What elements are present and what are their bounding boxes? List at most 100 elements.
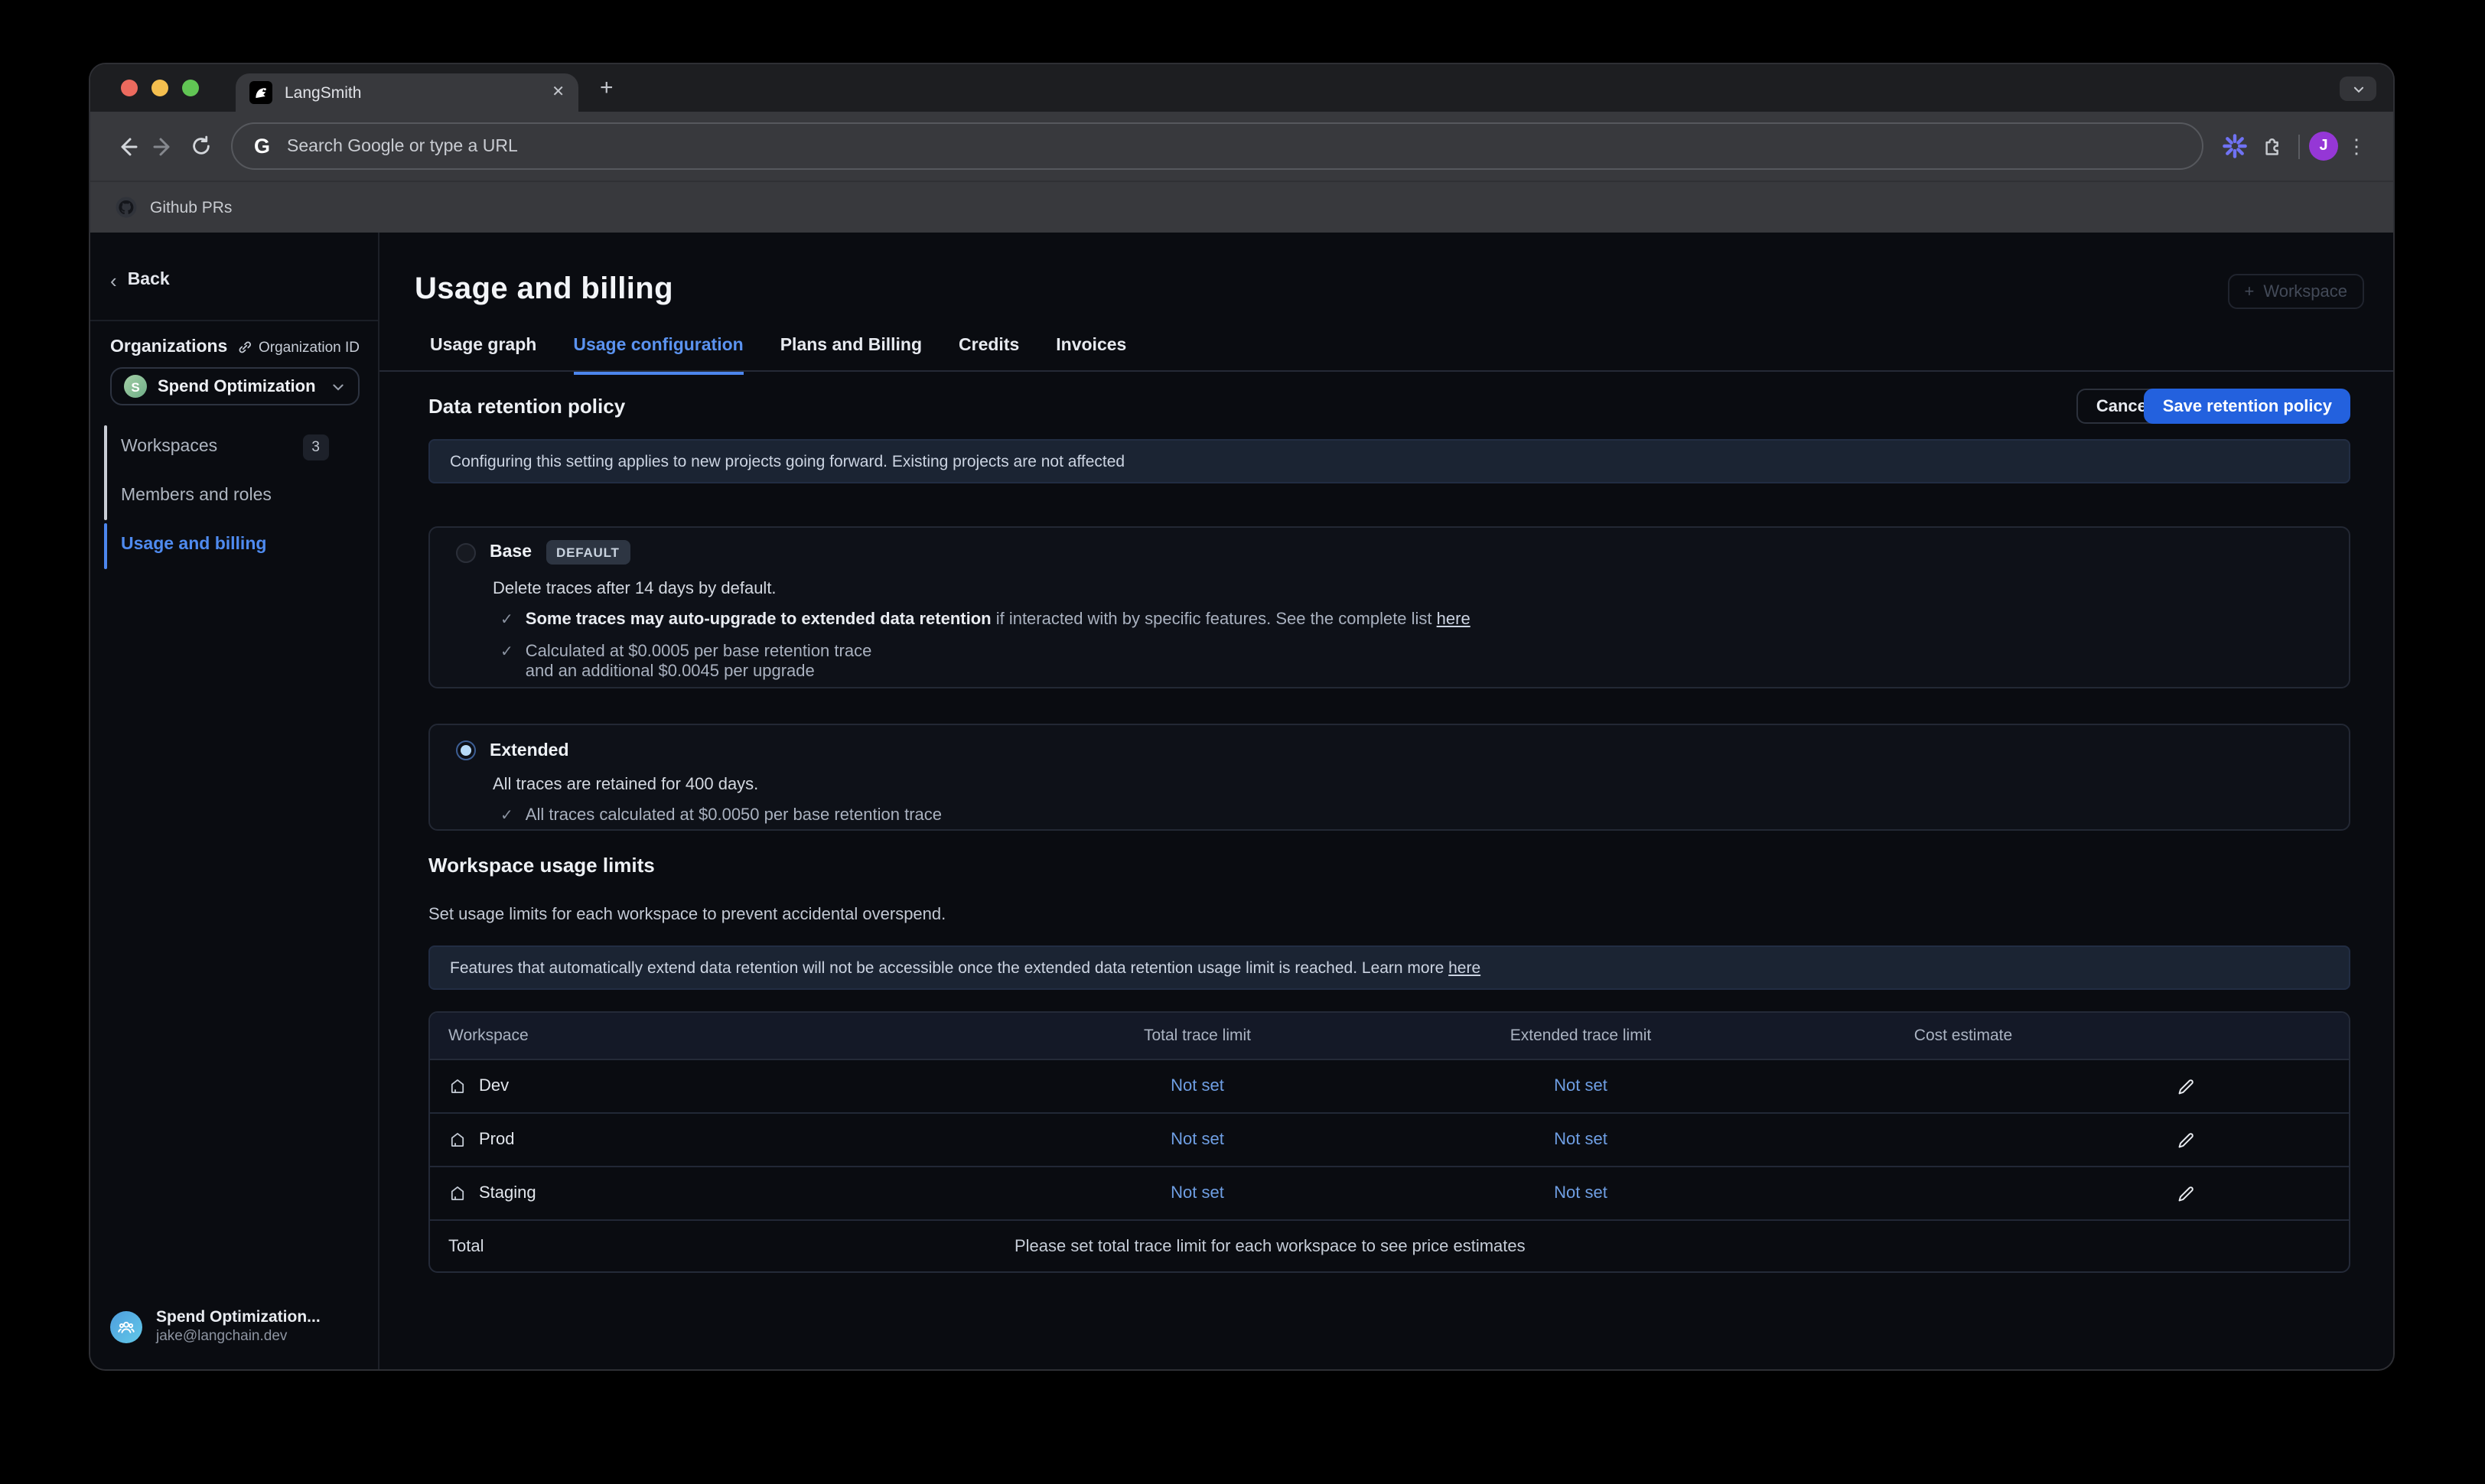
bookmark-github-prs[interactable]: Github PRs <box>150 198 232 216</box>
tab-search-button[interactable] <box>2340 76 2376 101</box>
organization-selector[interactable]: S Spend Optimization Tu... <box>110 367 360 405</box>
extensions-puzzle-icon[interactable] <box>2252 128 2289 164</box>
user-account[interactable]: Spend Optimization... jake@langchain.dev <box>110 1308 321 1346</box>
retention-option-base[interactable]: Base DEFAULT Delete traces after 14 days… <box>428 526 2350 688</box>
user-org-name: Spend Optimization... <box>156 1308 321 1328</box>
table-row-dev: Dev Not set Not set <box>430 1060 2349 1114</box>
check-icon: ✓ <box>500 643 513 682</box>
tab-usage-configuration[interactable]: Usage configuration <box>573 337 743 375</box>
table-row-prod: Prod Not set Not set <box>430 1114 2349 1167</box>
sidebar: ‹ Back Organizations Organization ID S S… <box>90 233 379 1369</box>
extended-radio[interactable] <box>456 740 476 760</box>
app-content: ‹ Back Organizations Organization ID S S… <box>90 233 2393 1369</box>
limits-info-banner: Features that automatically extend data … <box>428 945 2350 990</box>
back-label: Back <box>128 271 170 289</box>
sidebar-item-members-and-roles[interactable]: Members and roles <box>90 471 378 520</box>
minimize-window-button[interactable] <box>151 80 168 96</box>
edit-staging-icon[interactable] <box>2176 1183 2196 1203</box>
tabs-divider <box>379 370 2393 372</box>
prod-extended-limit-link[interactable]: Not set <box>1389 1131 1772 1149</box>
save-retention-policy-button[interactable]: Save retention policy <box>2145 389 2350 424</box>
retention-heading: Data retention policy <box>428 395 625 418</box>
org-people-icon <box>110 1311 142 1343</box>
github-icon <box>115 196 138 219</box>
tab-usage-graph[interactable]: Usage graph <box>430 337 536 375</box>
learn-more-link[interactable]: here <box>1448 958 1480 977</box>
close-tab-icon[interactable]: ✕ <box>552 85 565 100</box>
edit-prod-icon[interactable] <box>2176 1130 2196 1150</box>
link-icon <box>237 340 252 355</box>
sidebar-divider <box>90 320 378 321</box>
close-window-button[interactable] <box>121 80 138 96</box>
default-badge: DEFAULT <box>546 540 630 565</box>
maximize-window-button[interactable] <box>182 80 199 96</box>
profile-avatar[interactable]: J <box>2309 132 2338 161</box>
complete-list-link[interactable]: here <box>1437 610 1470 629</box>
base-bullet-upgrade: ✓ Some traces may auto-upgrade to extend… <box>500 610 2349 630</box>
organizations-label: Organizations <box>110 338 227 356</box>
extended-description: All traces are retained for 400 days. <box>493 776 2349 794</box>
table-header: Workspace Total trace limit Extended tra… <box>430 1013 2349 1060</box>
tab-title: LangSmith <box>285 83 539 102</box>
google-icon: G <box>254 135 270 158</box>
retention-option-extended[interactable]: Extended All traces are retained for 400… <box>428 724 2350 831</box>
sidebar-item-workspaces[interactable]: Workspaces 3 <box>90 422 378 471</box>
organization-id-link[interactable]: Organization ID <box>237 339 360 356</box>
plus-icon: + <box>2244 282 2254 301</box>
tab-credits[interactable]: Credits <box>959 337 1019 375</box>
browser-window: LangSmith ✕ + G Search Google or type a … <box>90 64 2393 1369</box>
nav-rail-active <box>104 523 107 569</box>
billing-tabs: Usage graph Usage configuration Plans an… <box>430 337 1126 375</box>
browser-tab[interactable]: LangSmith ✕ <box>236 73 578 112</box>
workspace-icon <box>448 1077 467 1095</box>
screen: LangSmith ✕ + G Search Google or type a … <box>0 0 2485 1484</box>
dev-extended-limit-link[interactable]: Not set <box>1389 1077 1772 1095</box>
staging-total-limit-link[interactable]: Not set <box>1005 1184 1389 1202</box>
chevron-down-icon <box>331 379 346 394</box>
staging-extended-limit-link[interactable]: Not set <box>1389 1184 1772 1202</box>
forward-icon[interactable] <box>145 128 182 164</box>
org-selector-value: Spend Optimization Tu... <box>158 377 320 395</box>
address-bar[interactable]: G Search Google or type a URL <box>231 122 2203 170</box>
limits-subtext: Set usage limits for each workspace to p… <box>428 906 946 924</box>
new-tab-button[interactable]: + <box>600 76 614 99</box>
address-bar-placeholder: Search Google or type a URL <box>287 137 518 155</box>
workspace-icon <box>448 1184 467 1202</box>
workspace-limits-table: Workspace Total trace limit Extended tra… <box>428 1011 2350 1273</box>
sidebar-item-usage-and-billing[interactable]: Usage and billing <box>90 520 378 569</box>
workspaces-count-badge: 3 <box>302 434 329 460</box>
extended-bullet-pricing: ✓ All traces calculated at $0.0050 per b… <box>500 806 2349 826</box>
nav-rail <box>104 425 107 520</box>
base-bullet-pricing: ✓ Calculated at $0.0005 per base retenti… <box>500 643 2349 682</box>
edit-dev-icon[interactable] <box>2176 1076 2196 1096</box>
check-icon: ✓ <box>500 806 513 826</box>
extension-spark-icon[interactable] <box>2216 128 2252 164</box>
organizations-header: Organizations Organization ID <box>110 338 360 356</box>
check-icon: ✓ <box>500 610 513 630</box>
prod-total-limit-link[interactable]: Not set <box>1005 1131 1389 1149</box>
org-avatar: S <box>124 375 147 398</box>
window-controls <box>121 80 199 96</box>
browser-toolbar: G Search Google or type a URL J ⋮ <box>90 112 2393 181</box>
base-description: Delete traces after 14 days by default. <box>493 580 2349 598</box>
reload-icon[interactable] <box>182 128 219 164</box>
tab-plans-and-billing[interactable]: Plans and Billing <box>780 337 922 375</box>
add-workspace-button[interactable]: + Workspace <box>2227 274 2364 309</box>
back-button[interactable]: ‹ Back <box>110 271 170 289</box>
retention-info-banner: Configuring this setting applies to new … <box>428 439 2350 483</box>
user-email: jake@langchain.dev <box>156 1328 321 1346</box>
table-row-staging: Staging Not set Not set <box>430 1167 2349 1221</box>
menu-dots-icon[interactable]: ⋮ <box>2338 128 2375 164</box>
table-row-total: Total Please set total trace limit for e… <box>430 1221 2349 1271</box>
dev-total-limit-link[interactable]: Not set <box>1005 1077 1389 1095</box>
sidebar-nav: Workspaces 3 Members and roles Usage and… <box>90 422 378 569</box>
bookmarks-bar: Github PRs <box>90 181 2393 233</box>
chevron-left-icon: ‹ <box>110 272 117 288</box>
tab-invoices[interactable]: Invoices <box>1056 337 1126 375</box>
toolbar-divider <box>2298 134 2300 158</box>
base-radio[interactable] <box>456 542 476 562</box>
limits-heading: Workspace usage limits <box>428 854 655 877</box>
back-icon[interactable] <box>109 128 145 164</box>
workspace-icon <box>448 1131 467 1149</box>
langsmith-favicon-icon <box>249 81 272 104</box>
